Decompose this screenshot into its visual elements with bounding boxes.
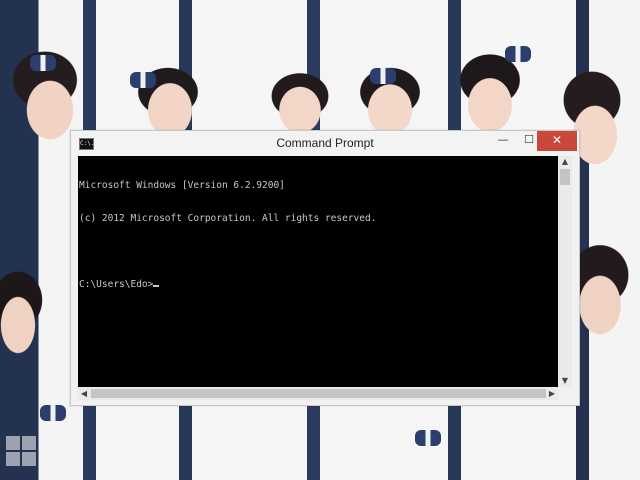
title-bar[interactable]: C:\. Command Prompt — ☐ ✕ (71, 131, 579, 156)
scroll-down-button[interactable]: ▼ (558, 375, 572, 387)
wallpaper-decoration (40, 405, 66, 421)
vertical-scrollbar[interactable]: ▲ ▼ (558, 156, 572, 387)
wallpaper-decoration (370, 68, 396, 84)
vertical-scroll-thumb[interactable] (560, 169, 570, 185)
scroll-right-button[interactable]: ▶ (546, 387, 558, 400)
wallpaper-decoration (415, 430, 441, 446)
command-prompt-window[interactable]: C:\. Command Prompt — ☐ ✕ Microsoft Wind… (70, 130, 580, 406)
wallpaper-decoration (30, 55, 56, 71)
close-button[interactable]: ✕ (537, 131, 577, 151)
scrollbar-corner (558, 387, 572, 400)
console-prompt: C:\Users\Edo> (79, 279, 154, 290)
minimize-button[interactable]: — (490, 131, 516, 151)
horizontal-scrollbar[interactable]: ◀ ▶ (78, 387, 558, 400)
scroll-up-button[interactable]: ▲ (558, 156, 572, 168)
horizontal-scroll-thumb[interactable] (91, 389, 546, 398)
scroll-left-button[interactable]: ◀ (78, 387, 90, 400)
text-cursor (153, 285, 160, 287)
windows-logo-icon (6, 436, 36, 466)
console-line: (c) 2012 Microsoft Corporation. All righ… (79, 213, 377, 224)
console-prompt-line[interactable]: C:\Users\Edo> (79, 279, 558, 290)
console-line: Microsoft Windows [Version 6.2.9200] (79, 180, 285, 191)
wallpaper-decoration (505, 46, 531, 62)
wallpaper-decoration (130, 72, 156, 88)
console-output[interactable]: Microsoft Windows [Version 6.2.9200] (c)… (78, 156, 558, 387)
